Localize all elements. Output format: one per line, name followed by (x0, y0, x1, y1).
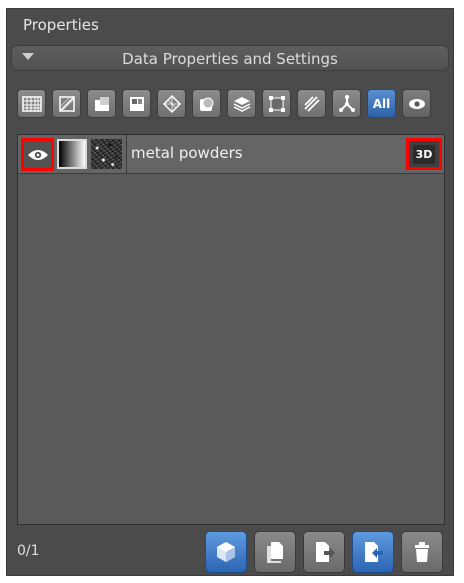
graph-icon[interactable] (332, 89, 361, 118)
mesh-icon[interactable] (157, 89, 186, 118)
row-divider (126, 135, 127, 173)
visibility-eye-icon[interactable] (21, 138, 54, 171)
region-icon[interactable] (87, 89, 116, 118)
data-preview-thumbnail (91, 139, 122, 169)
properties-panel: Properties Data Properties and Settings (6, 8, 454, 576)
copy-icon[interactable] (254, 531, 296, 573)
show-visible-eye-icon[interactable] (402, 89, 431, 118)
filter-all-label: All (372, 96, 391, 111)
ruler-icon[interactable] (297, 89, 326, 118)
colormap-thumbnail[interactable] (57, 139, 87, 169)
import-icon[interactable] (352, 531, 394, 573)
shape-icon[interactable] (192, 89, 221, 118)
section-header[interactable]: Data Properties and Settings (11, 45, 449, 71)
multi-roi-icon[interactable] (122, 89, 151, 118)
bounds-icon[interactable] (262, 89, 291, 118)
3d-badge-label: 3D (412, 144, 436, 164)
export-icon[interactable] (303, 531, 345, 573)
cube-icon[interactable] (205, 531, 247, 573)
filter-all-button[interactable]: All (367, 89, 396, 118)
data-list: metal powders 3D (17, 134, 445, 525)
section-header-label: Data Properties and Settings (122, 50, 338, 68)
selection-count: 0/1 (17, 543, 40, 559)
grid-icon[interactable] (17, 89, 46, 118)
list-item-name[interactable]: metal powders (131, 144, 243, 162)
trash-icon[interactable] (401, 531, 443, 573)
layers-icon[interactable] (227, 89, 256, 118)
list-item[interactable]: metal powders 3D (18, 135, 444, 174)
3d-badge[interactable]: 3D (406, 138, 442, 170)
panel-title: Properties (23, 16, 99, 34)
slice-icon[interactable] (52, 89, 81, 118)
